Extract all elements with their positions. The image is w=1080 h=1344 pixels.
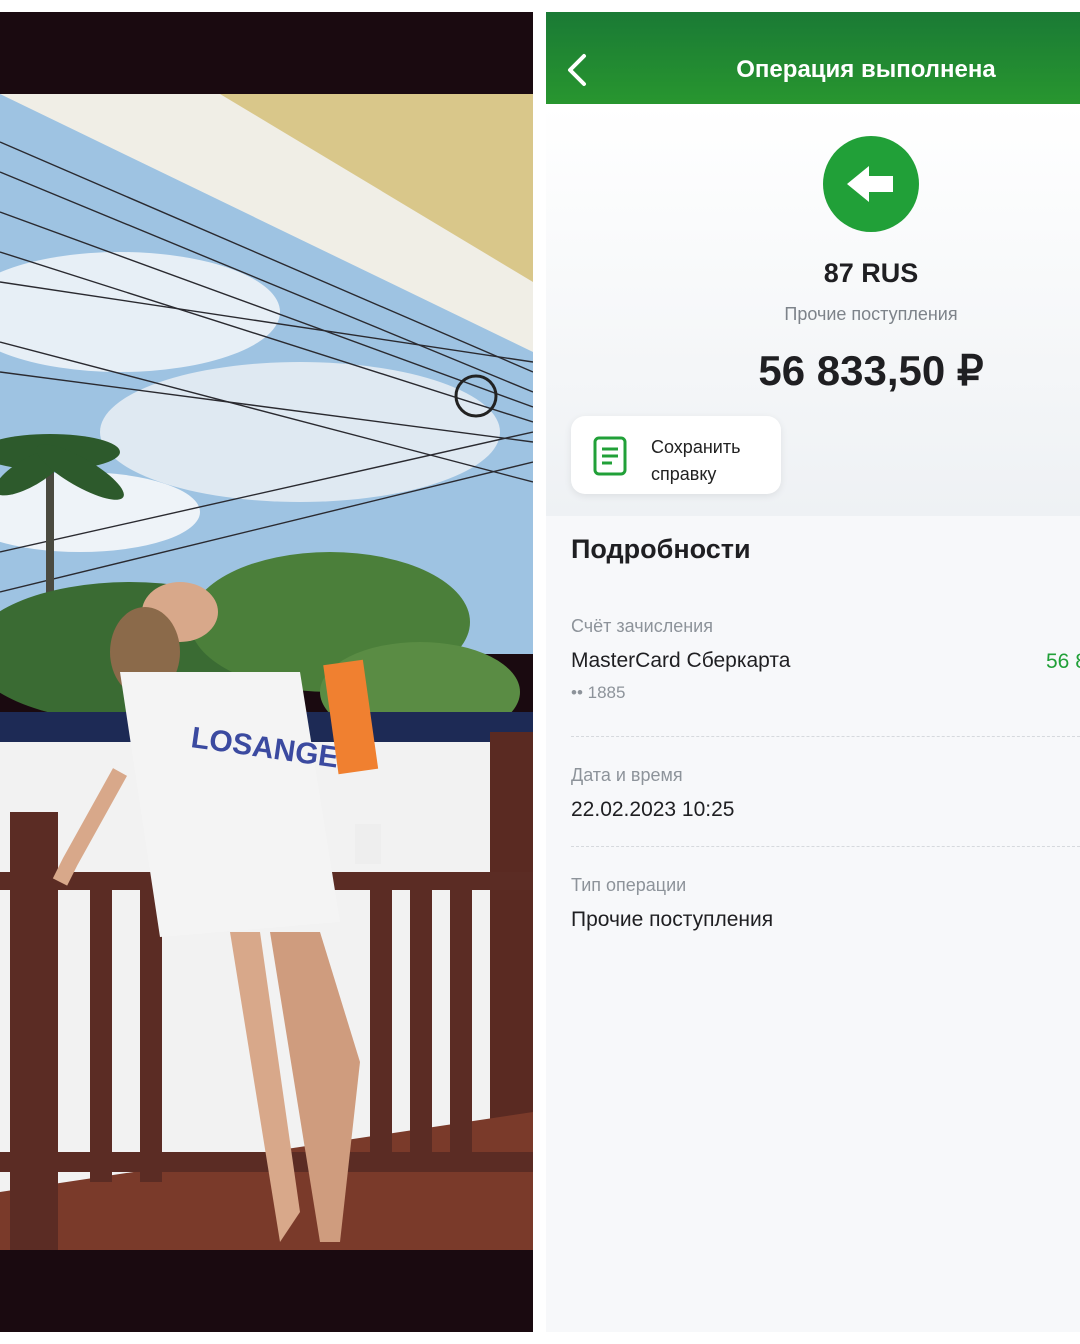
save-receipt-line1: Сохранить — [651, 437, 741, 457]
account-value: MasterCard Сберкарта — [571, 649, 791, 672]
divider — [571, 736, 1080, 737]
account-label: Счёт зачисления — [571, 616, 713, 636]
save-receipt-button[interactable]: Сохранить справку — [571, 416, 781, 494]
operation-amount: 56 833,50 ₽ — [758, 347, 984, 394]
operation-type-value: Прочие поступления — [571, 908, 774, 931]
back-button[interactable] — [560, 50, 594, 90]
photo-panel: LOSANGEL — [0, 12, 533, 1332]
datetime-label: Дата и время — [571, 765, 683, 785]
divider — [571, 846, 1080, 847]
arrow-left-icon — [847, 166, 893, 202]
details-title: Подробности — [571, 534, 751, 564]
datetime-value: 22.02.2023 10:25 — [571, 798, 735, 821]
save-receipt-label: Сохранить справку — [651, 434, 771, 488]
operation-category: Прочие поступления — [784, 304, 958, 324]
app-header: Операция выполнена — [546, 12, 1080, 104]
account-mask: •• 1885 — [571, 683, 626, 702]
payer-name: 87 RUS — [823, 258, 919, 288]
chevron-left-icon — [568, 54, 586, 86]
save-receipt-line2: справку — [651, 464, 717, 484]
operation-screen: Операция выполнена 87 RUS Прочие поступл… — [546, 12, 1080, 1332]
operation-type-label: Тип операции — [571, 875, 687, 895]
account-amount: 56 8 — [1046, 650, 1080, 673]
balcony-photo: LOSANGEL — [0, 12, 533, 1332]
document-icon — [593, 436, 627, 476]
page-title: Операция выполнена — [736, 56, 996, 83]
operation-icon — [823, 136, 919, 232]
